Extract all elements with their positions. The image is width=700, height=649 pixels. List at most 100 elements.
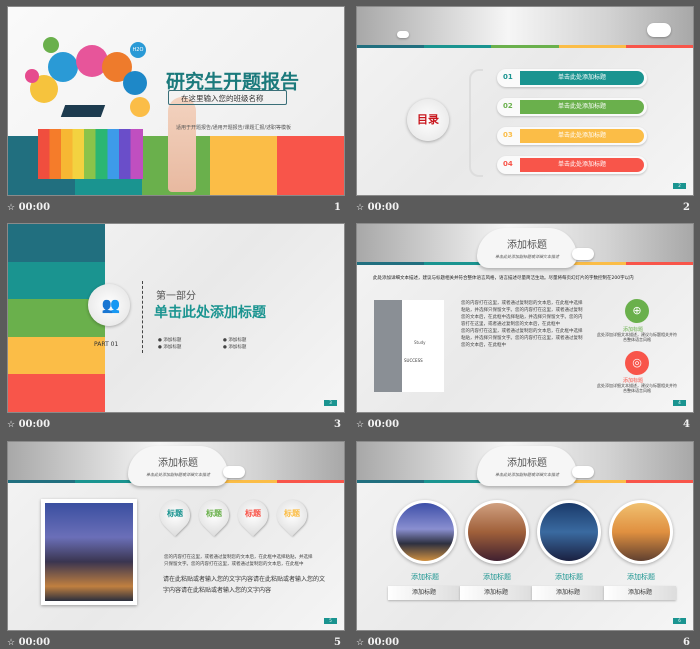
slide-timing-2: ☆ 00:00 xyxy=(356,202,400,213)
color-column xyxy=(8,224,105,412)
slide-number-6: 6 xyxy=(683,637,690,648)
card-title: 添加标题 xyxy=(555,573,583,581)
cloud-icon xyxy=(223,466,245,478)
star-icon: ☆ xyxy=(356,203,365,213)
page-number-tag: 6 xyxy=(673,618,686,624)
slide-thumbnail-5[interactable]: 添加标题单击此处添加副标题或详细文本描述 标题 标题 标题 标题 您的内容打在这… xyxy=(7,441,345,631)
slide-subtitle: 单击此处添加副标题或详细文本描述 xyxy=(146,472,210,477)
slide-number-5: 5 xyxy=(334,637,341,648)
toc-number: 01 xyxy=(503,73,513,81)
toc-circle: 目录 xyxy=(407,99,449,141)
toc-item-1[interactable]: 01 单击此处添加标题 xyxy=(497,69,647,87)
cloud-icon xyxy=(397,31,409,38)
toc-item-3[interactable]: 03 单击此处添加标题 xyxy=(497,127,647,145)
page-number-tag: 4 xyxy=(673,400,686,406)
slide-title: 添加标题 xyxy=(158,458,198,469)
card-button[interactable]: 添加标题 xyxy=(532,586,604,600)
section-label: 第一部分 xyxy=(156,291,196,302)
cloud-icon xyxy=(572,248,594,260)
pin-label: 标题 xyxy=(245,509,261,518)
slide-title: 添加标题 xyxy=(507,240,547,251)
slide-thumbnail-3[interactable]: 👥 PART 01 第一部分 单击此处添加标题 ● 添加标题 ● 添加标题 ● 添加… xyxy=(7,223,345,413)
slide-timing-1: ☆ 00:00 xyxy=(7,202,51,213)
slide-number-3: 3 xyxy=(334,419,341,430)
bullet-item: ● 添加标题 xyxy=(158,345,182,350)
city-photo-circle xyxy=(537,500,601,564)
brace-decoration xyxy=(469,69,483,177)
title-cloud: 添加标题单击此处添加副标题或详细文本描述 xyxy=(128,446,228,486)
body-text: 您的内容打在这里，或者通过复制您的文本后，在此框中选择粘贴，并选择只保留文字。您… xyxy=(164,555,313,567)
feature-text-1: 此处添加详细文本描述，建议与标题相关并符合整体语言风格 xyxy=(597,332,677,342)
toc-number: 04 xyxy=(503,160,513,168)
slide-subtitle: 单击此处添加副标题或详细文本描述 xyxy=(495,472,559,477)
part-label: PART 01 xyxy=(94,341,119,348)
slide-timing-4: ☆ 00:00 xyxy=(356,419,400,430)
card-title: 添加标题 xyxy=(483,573,511,581)
toc-label: 单击此处添加标题 xyxy=(520,71,644,85)
city-photo-circle xyxy=(609,500,673,564)
bullet-item: ● 添加标题 xyxy=(158,338,182,343)
target-icon: ⊕ xyxy=(625,299,649,323)
toc-number: 02 xyxy=(503,102,513,110)
cloud-icon xyxy=(647,23,671,37)
slide-subtitle: 单击此处添加副标题或详细文本描述 xyxy=(495,254,559,259)
toc-number: 03 xyxy=(503,131,513,139)
star-icon: ☆ xyxy=(356,638,365,648)
slide-number-1: 1 xyxy=(334,202,341,213)
slide-timing-6: ☆ 00:00 xyxy=(356,637,400,648)
body-text: 您的内容打在这里，或者通过复制您的文本后，在此框中选择粘贴，并选择只保留文字。您… xyxy=(461,301,583,348)
toc-label: 单击此处添加标题 xyxy=(520,100,644,114)
header-banner xyxy=(357,7,693,45)
card-title: 添加标题 xyxy=(627,573,655,581)
bullet-item: ● 添加标题 xyxy=(223,345,247,350)
city-photo xyxy=(41,499,137,605)
bullet-item: ● 添加标题 xyxy=(223,338,247,343)
slide-thumbnail-2[interactable]: 目录 01 单击此处添加标题 02 单击此处添加标题 03 单击此处添加标题 0… xyxy=(356,6,694,196)
title-cloud: 添加标题单击此处添加副标题或详细文本描述 xyxy=(477,446,577,486)
pin-label: 标题 xyxy=(284,509,300,518)
city-photo-circle xyxy=(393,500,457,564)
body-text-large: 请在此粘贴或者输入您的文字内容请在此粘贴或者输入您的文字内容请在此粘贴或者输入您… xyxy=(163,576,326,594)
presentation-subtitle: 适用于开题报告/通用开题报告/课题汇报/述职等模板 xyxy=(176,125,292,131)
intro-text: 此处添加详细文本描述，建议与标题相关并符合整体语言风格，语言描述尽量简洁生动。尽… xyxy=(373,276,634,281)
slide-thumbnail-1[interactable]: H2O 研究生开题报告 在这里输入您的班级名称 适用于开题报告/通用开题报告/课… xyxy=(7,6,345,196)
slide-number-2: 2 xyxy=(683,202,690,213)
slide-thumbnail-4[interactable]: 添加标题单击此处添加副标题或详细文本描述 此处添加详细文本描述，建议与标题相关并… xyxy=(356,223,694,413)
card-button[interactable]: 添加标题 xyxy=(604,586,676,600)
slide-number-4: 4 xyxy=(683,419,690,430)
pin-label: 标题 xyxy=(206,509,222,518)
slide-thumbnail-6[interactable]: 添加标题 单击此处添加副标题或详细文本描述 添加标题 添加标题 添加标题 添加标题… xyxy=(356,441,694,631)
divider xyxy=(142,281,143,353)
toc-label: 单击此处添加标题 xyxy=(520,129,644,143)
star-icon: ☆ xyxy=(7,638,16,648)
business-image: Study SUCCESS xyxy=(374,300,444,392)
card-button[interactable]: 添加标题 xyxy=(388,586,460,600)
title-cloud: 添加标题单击此处添加副标题或详细文本描述 xyxy=(477,228,577,268)
graduation-cap-icon xyxy=(60,105,106,117)
star-icon: ☆ xyxy=(7,203,16,213)
color-stripe xyxy=(357,45,693,48)
toc-label: 单击此处添加标题 xyxy=(520,158,644,172)
card-title: 添加标题 xyxy=(411,573,439,581)
star-icon: ☆ xyxy=(7,420,16,430)
h2o-icon: H2O xyxy=(130,42,146,58)
slide-title: 添加标题 xyxy=(507,458,547,469)
class-name-input[interactable]: 在这里输入您的班级名称 xyxy=(168,90,287,105)
slide-timing-5: ☆ 00:00 xyxy=(7,637,51,648)
city-photo-circle xyxy=(465,500,529,564)
card-button[interactable]: 添加标题 xyxy=(460,586,532,600)
toc-item-2[interactable]: 02 单击此处添加标题 xyxy=(497,98,647,116)
team-icon: 👥 xyxy=(88,284,130,326)
pointing-hand-image xyxy=(168,97,196,192)
feature-text-2: 此处添加详细文本描述，建议与标题相关并符合整体语言风格 xyxy=(597,383,677,393)
lifebuoy-icon: ◎ xyxy=(625,351,649,375)
books-icon xyxy=(38,129,143,179)
page-number-tag: 3 xyxy=(324,400,337,406)
cloud-icon xyxy=(572,466,594,478)
toc-item-4[interactable]: 04 单击此处添加标题 xyxy=(497,156,647,174)
slide-timing-3: ☆ 00:00 xyxy=(7,419,51,430)
page-number-tag: 2 xyxy=(673,183,686,189)
pin-label: 标题 xyxy=(167,509,183,518)
star-icon: ☆ xyxy=(356,420,365,430)
page-number-tag: 5 xyxy=(324,618,337,624)
